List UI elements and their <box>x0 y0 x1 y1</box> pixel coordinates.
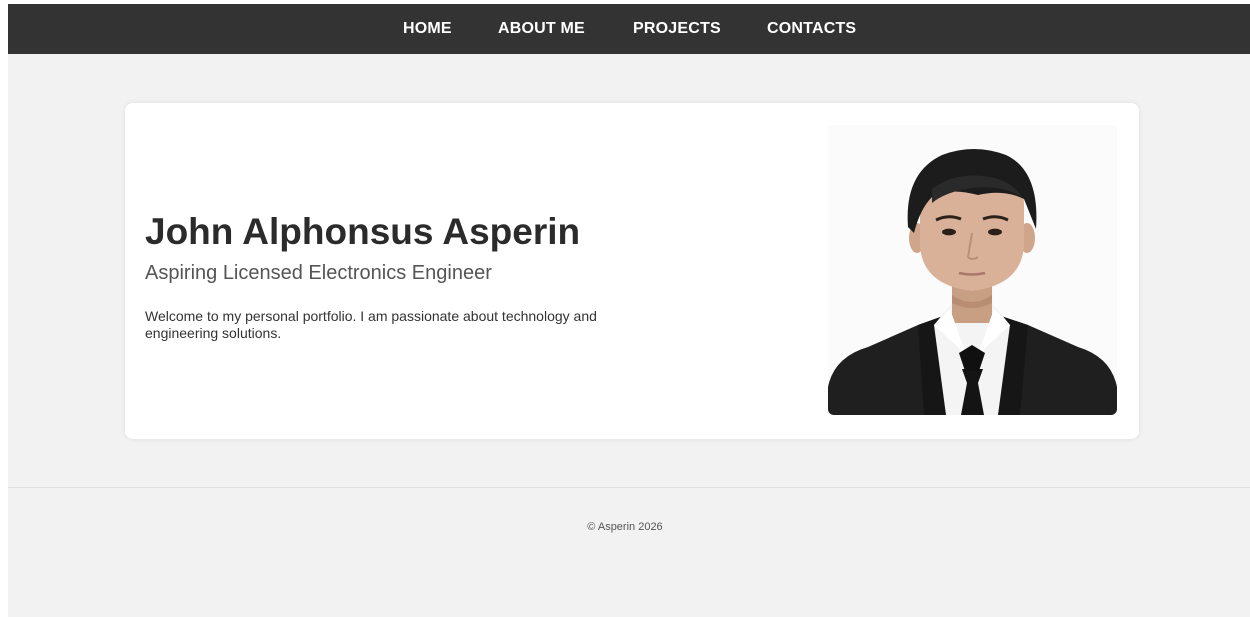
nav-about-me-link[interactable]: ABOUT ME <box>498 4 585 54</box>
nav-home-link[interactable]: HOME <box>403 4 452 54</box>
nav-contacts-link[interactable]: CONTACTS <box>767 4 856 54</box>
footer-copyright: © Asperin 2026 <box>587 521 663 533</box>
footer-divider <box>8 487 1250 488</box>
intro-text: Welcome to my personal portfolio. I am p… <box>145 308 597 341</box>
profile-photo-image <box>828 125 1117 415</box>
page: HOME ABOUT ME PROJECTS CONTACTS John Alp… <box>8 4 1250 617</box>
profile-photo <box>828 125 1117 415</box>
nav-projects-link[interactable]: PROJECTS <box>633 4 721 54</box>
hero-card: John Alphonsus Asperin Aspiring Licensed… <box>125 103 1139 439</box>
top-navbar: HOME ABOUT ME PROJECTS CONTACTS <box>8 4 1250 54</box>
profile-name: John Alphonsus Asperin <box>145 211 581 252</box>
profile-role: Aspiring Licensed Electronics Engineer <box>145 262 492 284</box>
